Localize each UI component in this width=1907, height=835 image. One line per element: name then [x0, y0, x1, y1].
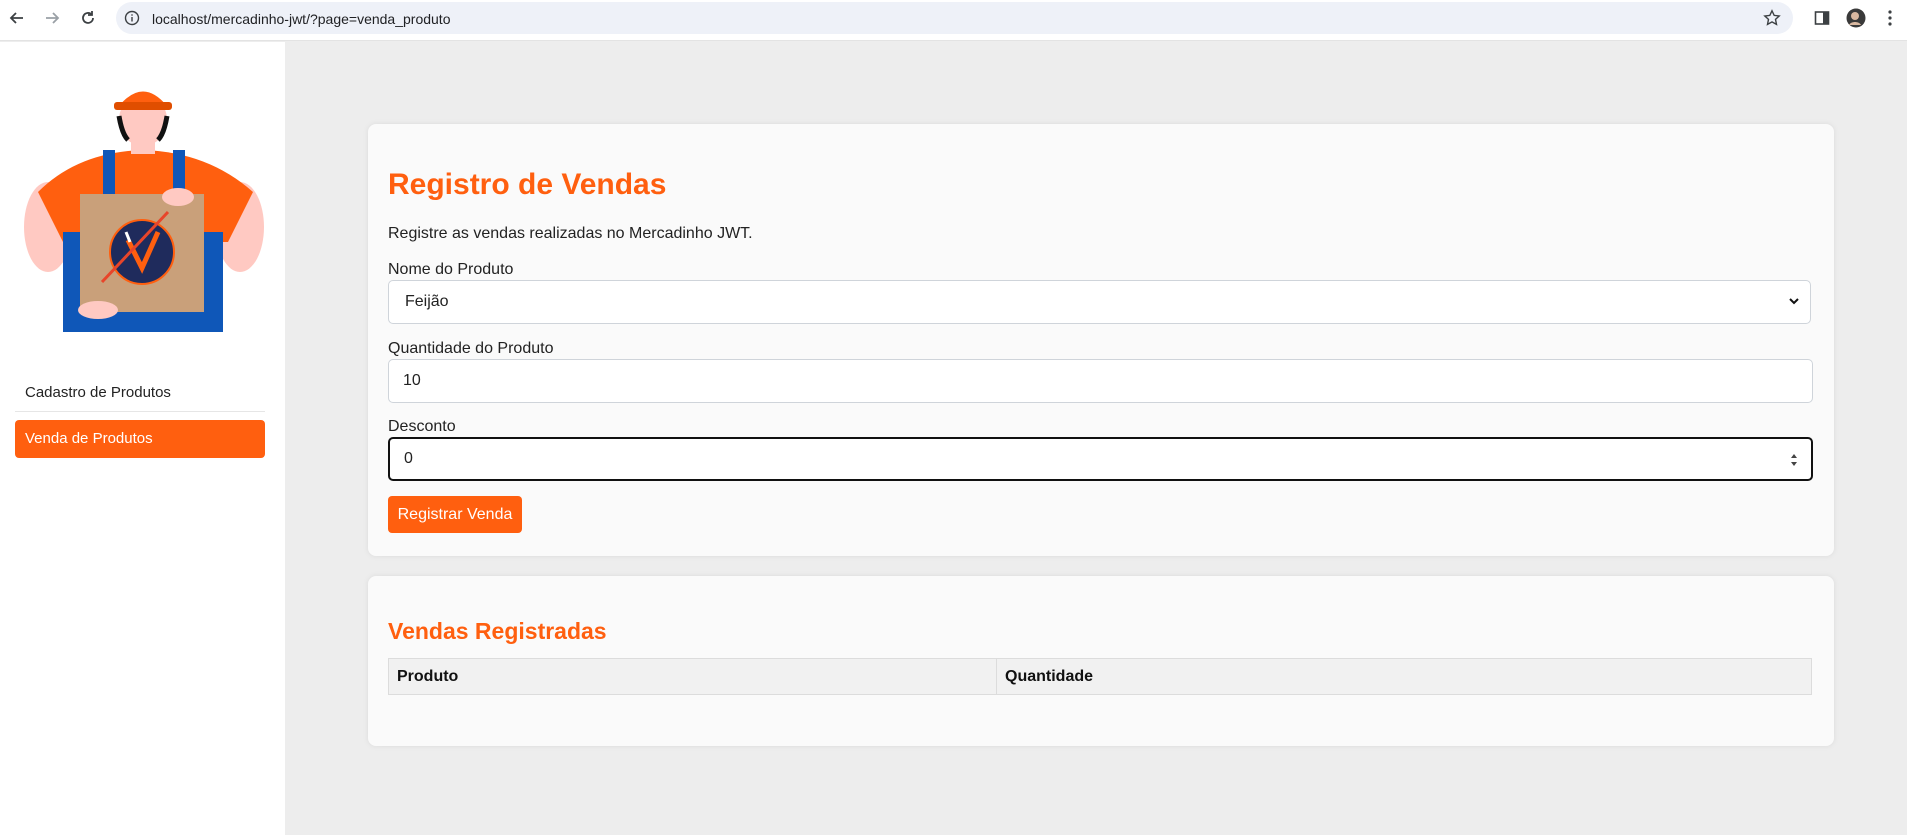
quantity-value: 10 — [403, 372, 421, 389]
mascot-illustration — [24, 91, 264, 332]
column-header-quantidade: Quantidade — [1005, 667, 1094, 685]
quantity-input[interactable]: 10 — [388, 359, 1813, 403]
product-select[interactable]: Feijão — [388, 280, 1811, 324]
page-description: Registre as vendas realizadas no Mercadi… — [388, 225, 753, 242]
sales-form-card: Registro de Vendas Registre as vendas re… — [368, 124, 1834, 556]
back-icon[interactable] — [6, 7, 28, 29]
sidebar-item-label: Venda de Produtos — [25, 430, 153, 447]
sidepanel-icon[interactable] — [1812, 8, 1832, 28]
product-selected-value: Feijão — [405, 293, 449, 310]
discount-input[interactable]: 0 — [388, 437, 1813, 481]
forward-icon[interactable] — [41, 7, 63, 29]
discount-label: Desconto — [388, 418, 456, 435]
register-sale-button[interactable]: Registrar Venda — [388, 496, 522, 533]
sales-table: Produto Quantidade — [388, 658, 1812, 695]
product-label: Nome do Produto — [388, 261, 514, 278]
sales-list-card: Vendas Registradas Produto Quantidade — [368, 576, 1834, 746]
page-title: Registro de Vendas — [388, 168, 667, 201]
reload-icon[interactable] — [77, 7, 99, 29]
sidebar-item-cadastro-produtos[interactable]: Cadastro de Produtos — [15, 374, 265, 412]
browser-toolbar: localhost/mercadinho-jwt/?page=venda_pro… — [0, 0, 1907, 41]
sidebar-item-label: Cadastro de Produtos — [25, 384, 171, 401]
discount-value: 0 — [404, 450, 413, 467]
quantity-label: Quantidade do Produto — [388, 340, 554, 357]
address-bar[interactable]: localhost/mercadinho-jwt/?page=venda_pro… — [116, 2, 1793, 34]
sidebar-item-venda-produtos[interactable]: Venda de Produtos — [15, 420, 265, 458]
column-header-produto: Produto — [389, 659, 997, 694]
sidebar: Cadastro de Produtos Venda de Produtos — [0, 42, 285, 835]
info-icon[interactable] — [124, 10, 140, 26]
spinner-arrows-icon[interactable] — [1789, 451, 1799, 469]
profile-avatar[interactable] — [1846, 8, 1866, 28]
chevron-down-icon — [1789, 298, 1799, 305]
kebab-menu-icon[interactable] — [1880, 8, 1900, 28]
star-icon[interactable] — [1763, 9, 1781, 27]
url-text: localhost/mercadinho-jwt/?page=venda_pro… — [152, 11, 451, 27]
sales-list-title: Vendas Registradas — [388, 618, 607, 644]
